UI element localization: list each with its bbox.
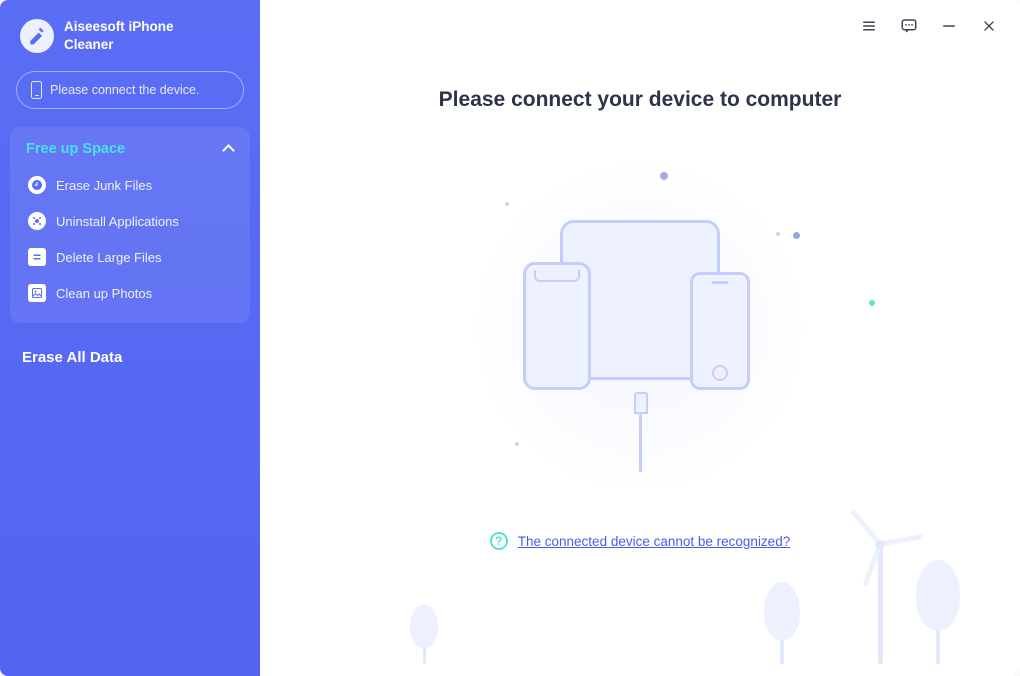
minimize-icon[interactable] (940, 17, 958, 35)
help-icon: ? (490, 532, 508, 550)
brand: Aiseesoft iPhone Cleaner (0, 18, 260, 71)
sidebar-item-uninstall[interactable]: Uninstall Applications (20, 203, 240, 239)
windmill-icon (860, 544, 900, 664)
feedback-icon[interactable] (900, 17, 918, 35)
sidebar: Aiseesoft iPhone Cleaner Please connect … (0, 0, 260, 676)
photo-icon (28, 284, 46, 302)
tree-icon (916, 560, 960, 664)
brand-line2: Cleaner (64, 36, 174, 54)
brand-line1: Aiseesoft iPhone (64, 18, 174, 36)
cable-icon (639, 414, 642, 472)
connect-device-pill[interactable]: Please connect the device. (16, 71, 244, 109)
content: Please connect your device to computer ?… (260, 52, 1020, 676)
page-headline: Please connect your device to computer (439, 88, 842, 112)
menu-icon[interactable] (860, 17, 878, 35)
sidebar-item-large-files[interactable]: Delete Large Files (20, 239, 240, 275)
menu-label: Clean up Photos (56, 286, 152, 301)
decorative-dot-icon (776, 232, 780, 236)
sidebar-item-clean-photos[interactable]: Clean up Photos (20, 275, 240, 311)
decorative-dot-icon (515, 442, 519, 446)
menu-label: Uninstall Applications (56, 214, 179, 229)
sidebar-item-erase-all[interactable]: Erase All Data (0, 331, 260, 384)
sidebar-item-erase-junk[interactable]: Erase Junk Files (20, 167, 240, 203)
file-icon (28, 248, 46, 266)
apps-icon (28, 212, 46, 230)
sidebar-group-freeup: Free up Space Erase Junk Files Uninstall… (10, 127, 250, 323)
phone-left-icon (523, 262, 591, 390)
phone-icon (31, 81, 42, 99)
phone-right-icon (690, 272, 750, 390)
decorative-dot-icon (505, 202, 509, 206)
main-area: Please connect your device to computer ?… (260, 0, 1020, 676)
help-row: ? The connected device cannot be recogni… (490, 532, 790, 550)
cable-tip-icon (634, 392, 648, 414)
connect-label: Please connect the device. (50, 83, 199, 97)
window-titlebar (260, 0, 1020, 52)
decorative-dot-icon (869, 300, 875, 306)
menu-label: Erase Junk Files (56, 178, 152, 193)
brand-title: Aiseesoft iPhone Cleaner (64, 18, 174, 53)
erase-all-label: Erase All Data (22, 349, 122, 366)
tree-icon (410, 604, 438, 664)
group-header[interactable]: Free up Space (20, 141, 240, 167)
group-title: Free up Space (26, 141, 125, 157)
app-window: Aiseesoft iPhone Cleaner Please connect … (0, 0, 1020, 676)
clock-icon (28, 176, 46, 194)
help-link[interactable]: The connected device cannot be recognize… (518, 534, 790, 549)
tree-icon (764, 582, 800, 664)
brand-logo-icon (20, 19, 54, 53)
menu-label: Delete Large Files (56, 250, 162, 265)
close-icon[interactable] (980, 17, 998, 35)
device-illustration (475, 162, 805, 492)
chevron-up-icon (222, 143, 234, 155)
